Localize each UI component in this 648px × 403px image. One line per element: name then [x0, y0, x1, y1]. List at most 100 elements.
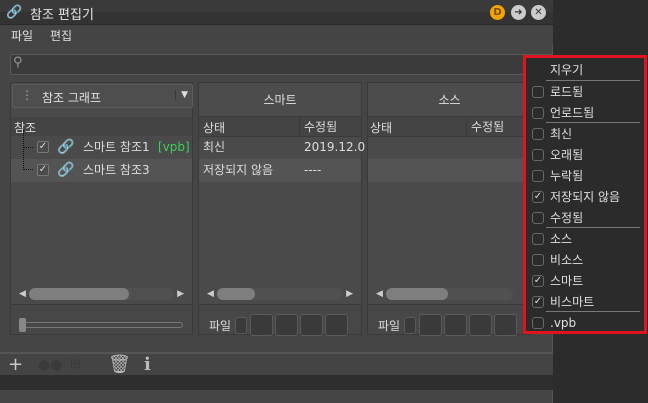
cell: 저장되지 않음: [203, 163, 274, 177]
slider-handle[interactable]: [19, 318, 26, 332]
column-header: 상태 수정됨: [368, 117, 531, 137]
menu-item-filter[interactable]: ✓ 스마트: [530, 271, 640, 291]
zoom-slider[interactable]: [21, 322, 183, 328]
tree-row[interactable]: ✓ 🔗 스마트 참조3: [11, 147, 192, 182]
menu-item-filter[interactable]: 누락됨: [530, 166, 640, 186]
label: 저장되지 않음: [550, 190, 621, 204]
checkbox[interactable]: [532, 254, 544, 266]
close-icon[interactable]: ✕: [531, 5, 546, 20]
menu-item-filter[interactable]: ✓ 저장되지 않음: [530, 187, 640, 207]
cell: 최신: [203, 140, 226, 154]
checkbox[interactable]: ✓: [37, 141, 49, 153]
checkbox[interactable]: ✓: [532, 275, 544, 287]
checkbox[interactable]: [532, 170, 544, 182]
horizontal-scrollbar[interactable]: ◀ ▶: [19, 288, 184, 300]
graph-dropdown[interactable]: ⋮ 참조 그래프 ▼: [12, 84, 193, 108]
menu-item-filter[interactable]: 로드됨: [530, 82, 640, 102]
panel-footer: 파일: [199, 304, 361, 336]
menu-item-filter[interactable]: .vpb: [530, 313, 640, 333]
checkbox[interactable]: [532, 86, 544, 98]
checkbox[interactable]: [532, 107, 544, 119]
label: 비스마트: [550, 295, 595, 309]
checkbox[interactable]: ✓: [532, 296, 544, 308]
status-strip: [0, 375, 553, 390]
column-header: 상태 수정됨: [199, 117, 361, 137]
separator: [546, 122, 640, 123]
select-icon[interactable]: ⊞: [70, 357, 81, 372]
file-toggle[interactable]: [404, 317, 416, 334]
panel-title: 스마트: [199, 83, 361, 117]
tree-row[interactable]: ✓ 🔗 스마트 참조1 [vpb]: [11, 130, 192, 159]
checkbox[interactable]: [532, 212, 544, 224]
menu-file[interactable]: 파일: [11, 27, 33, 44]
link-icon: 🔗: [6, 5, 23, 20]
menu-item-filter[interactable]: 언로드됨: [530, 103, 640, 123]
menu-item-filter[interactable]: 소스: [530, 229, 640, 249]
search-input[interactable]: ⚲: [10, 54, 553, 75]
menu-item-filter[interactable]: 오래됨: [530, 145, 640, 165]
menu-item-filter[interactable]: 최신: [530, 124, 640, 144]
info-button[interactable]: [325, 314, 348, 336]
label: 오래됨: [550, 148, 584, 162]
arrow-right-icon[interactable]: ➜: [511, 5, 526, 20]
file-label: 파일: [378, 319, 401, 333]
file-label: 파일: [209, 319, 232, 333]
refresh-button[interactable]: [444, 314, 467, 336]
table-row[interactable]: 최신 2019.12.0: [199, 136, 365, 159]
label: 소스: [550, 232, 573, 246]
add-icon[interactable]: +: [8, 354, 23, 375]
separator: [546, 227, 640, 228]
menu-edit[interactable]: 편집: [50, 27, 72, 44]
cell: 2019.12.0: [304, 140, 366, 154]
label: 스마트: [550, 274, 584, 288]
label: 지우기: [550, 63, 584, 77]
label: 수정됨: [550, 211, 584, 225]
label: 누락됨: [550, 169, 584, 183]
checkbox[interactable]: [532, 149, 544, 161]
chevron-down-icon[interactable]: ▼: [175, 90, 188, 100]
horizontal-scrollbar[interactable]: ◀: [376, 288, 523, 300]
link-icon: 🔗: [57, 162, 75, 178]
bottom-toolbar: + ●● ⊞ 🗑 i: [0, 352, 553, 375]
info-button[interactable]: [494, 314, 517, 336]
menu-bar: 파일 편집: [0, 25, 553, 45]
reference-editor-window: 🔗 참조 편집기 D ➜ ✕ 파일 편집 ⚲ ⋮ 참조 그래프 ▼ 참조 ✓ 🔗…: [0, 0, 553, 403]
col-status[interactable]: 상태: [370, 119, 392, 136]
window-title: 참조 편집기: [30, 8, 94, 23]
delete-button[interactable]: [469, 314, 492, 336]
separator: [546, 311, 640, 312]
title-bar: 🔗 참조 편집기 D ➜ ✕: [0, 0, 553, 25]
delete-button[interactable]: [300, 314, 323, 336]
checkbox[interactable]: [532, 128, 544, 140]
col-status[interactable]: 상태: [203, 119, 225, 136]
reload-button[interactable]: [419, 314, 442, 336]
ref-tag: [vpb]: [158, 140, 190, 154]
reload-button[interactable]: [250, 314, 273, 336]
d-badge-icon[interactable]: D: [490, 5, 505, 20]
link-icon: 🔗: [57, 139, 75, 155]
checkbox[interactable]: [532, 317, 544, 329]
horizontal-scrollbar[interactable]: ◀ ▶: [207, 288, 353, 300]
menu-item-filter[interactable]: 비소스: [530, 250, 640, 270]
panel-footer: [11, 304, 192, 334]
col-modified[interactable]: 수정됨: [466, 117, 504, 137]
trash-icon[interactable]: 🗑: [108, 354, 131, 375]
table-row[interactable]: 저장되지 않음 ----: [199, 159, 361, 182]
file-toggle[interactable]: [235, 317, 247, 334]
refresh-button[interactable]: [275, 314, 298, 336]
checkbox[interactable]: ✓: [37, 164, 49, 176]
label: 최신: [550, 127, 573, 141]
checkbox[interactable]: [532, 233, 544, 245]
menu-item-filter[interactable]: ✓ 비스마트: [530, 292, 640, 312]
label: 언로드됨: [550, 106, 595, 120]
ref-label: 스마트 참조1: [83, 140, 150, 154]
col-modified[interactable]: 수정됨: [299, 117, 337, 137]
info-icon[interactable]: i: [144, 354, 151, 375]
menu-item-filter[interactable]: 수정됨: [530, 208, 640, 228]
filter-menu: 지우기 로드됨 언로드됨 최신 오래됨 누락됨 ✓ 저장되지 않음 수정됨 소스 비소스 ✓ 스마트 ✓…: [523, 55, 647, 334]
ref-label: 스마트 참조3: [83, 163, 150, 177]
merge-icon[interactable]: ●●: [38, 357, 62, 373]
checkbox[interactable]: ✓: [532, 191, 544, 203]
tree-line: [23, 147, 33, 170]
menu-item-clear[interactable]: 지우기: [530, 60, 640, 80]
